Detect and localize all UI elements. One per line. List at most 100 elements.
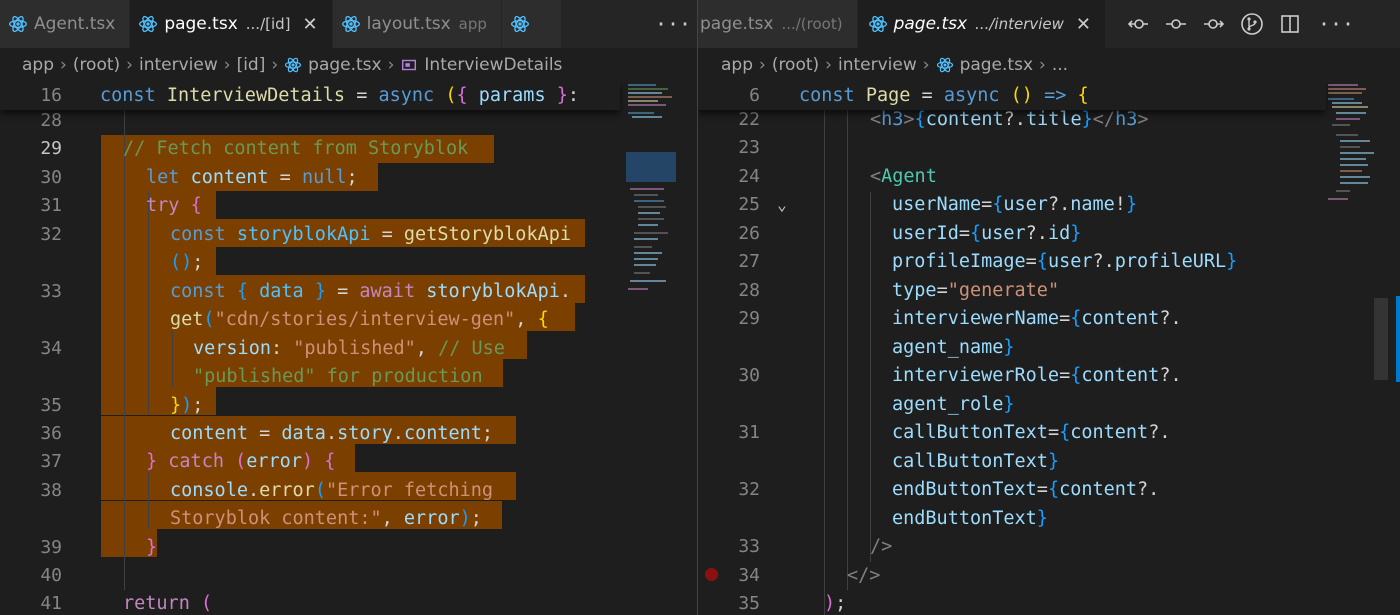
vertical-scrollbar[interactable] (1374, 298, 1388, 380)
tab-overflow[interactable] (501, 0, 562, 48)
code-line: const storyblokApi = getStoryblokApi (170, 224, 571, 245)
minimap-line (1336, 190, 1350, 192)
right-editor[interactable]: 22 23 24 25 ⌄ 26 27 28 29 30 31 32 33 34… (698, 82, 1400, 615)
code-line: } catch (error) { (146, 451, 336, 472)
line-number: 36 (40, 423, 62, 444)
line-number: 25 (738, 194, 760, 215)
breadcrumb-item[interactable]: (root) (772, 55, 819, 75)
close-icon[interactable]: ✕ (1076, 14, 1091, 35)
breadcrumb-item[interactable]: ... (1052, 55, 1068, 75)
line-number: 40 (40, 565, 62, 586)
breadcrumb-item[interactable]: app (721, 55, 753, 75)
indent-guide (847, 110, 848, 590)
tab-page-tsx-interview[interactable]: page.tsx .../interview ✕ (857, 0, 1106, 48)
line-number: 35 (738, 593, 760, 614)
line-number: 22 (738, 109, 760, 130)
minimap-line (1336, 112, 1366, 114)
tab-description: app (458, 15, 487, 33)
minimap-line (1340, 152, 1374, 154)
breadcrumb-item[interactable]: app (22, 55, 54, 75)
breadcrumb-item[interactable]: page.tsx (308, 55, 381, 75)
react-icon (510, 15, 529, 33)
line-number: 28 (738, 280, 760, 301)
react-icon (341, 15, 360, 33)
line-number: 39 (40, 537, 62, 558)
go-forward-icon[interactable] (1202, 12, 1226, 36)
line-number: 33 (738, 536, 760, 557)
indent-guide (870, 192, 871, 562)
minimap-line (1328, 198, 1348, 200)
tab-page-tsx-id[interactable]: page.tsx .../[id] ✕ (130, 0, 333, 48)
minimap[interactable] (620, 82, 684, 615)
breadcrumb-item[interactable]: page.tsx (960, 55, 1033, 75)
scrollbar-marker (1396, 296, 1400, 382)
sticky-scroll-header[interactable]: 6 const Page = async () => { (698, 82, 1326, 110)
minimap-line (628, 100, 658, 102)
minimap-line (1328, 88, 1366, 90)
tab-label: page.tsx (164, 14, 238, 34)
chevron-right-icon: › (387, 55, 395, 75)
more-icon[interactable]: ··· (1312, 0, 1360, 48)
tab-description: .../interview (975, 15, 1064, 33)
git-commit-icon[interactable] (1164, 12, 1188, 36)
line-number: 35 (40, 395, 62, 416)
breadcrumb-item[interactable]: interview (838, 55, 917, 75)
left-editor[interactable]: 28 29 30 31 32 33 34 35 36 37 38 39 40 4… (0, 82, 697, 615)
minimap-line (634, 252, 662, 254)
go-back-icon[interactable] (1126, 12, 1150, 36)
line-number: 23 (738, 137, 760, 158)
breadcrumb-item[interactable]: InterviewDetails (424, 55, 562, 75)
code-line: try { (146, 195, 202, 216)
code-line: <Agent (870, 166, 937, 187)
chevron-right-icon: › (271, 55, 279, 75)
chevron-right-icon: › (60, 55, 67, 75)
fold-chevron-icon[interactable]: ⌄ (772, 191, 792, 219)
tab-agent-tsx[interactable]: Agent.tsx (0, 0, 131, 48)
minimap-line (630, 280, 666, 282)
left-tab-bar: Agent.tsx page.tsx .../[id] ✕ layout.tsx… (0, 0, 697, 48)
breadcrumb-item[interactable]: interview (139, 55, 218, 75)
git-branch-icon[interactable] (1240, 12, 1264, 36)
minimap-line (1340, 170, 1362, 172)
code-line: const Page = async () => { (799, 85, 1089, 106)
minimap-line (634, 246, 652, 248)
breadcrumb-item[interactable]: (root) (73, 55, 120, 75)
code-line: (); (170, 252, 204, 273)
minimap-line (1340, 146, 1360, 148)
tab-page-tsx-root[interactable]: page.tsx .../(root) (698, 0, 858, 48)
code-line: console.error("Error fetching (170, 480, 494, 501)
minimap-line (1332, 124, 1350, 126)
minimap-line (1340, 176, 1370, 178)
line-number: 38 (40, 480, 62, 501)
chevron-right-icon: › (1039, 55, 1046, 75)
code-line: } (146, 537, 158, 558)
minimap-line (638, 206, 666, 208)
right-tab-bar: page.tsx .../(root) page.tsx .../intervi… (698, 0, 1400, 48)
close-icon[interactable]: ✕ (303, 14, 318, 35)
code-line: </> (847, 565, 881, 586)
code-line: ); (824, 593, 847, 614)
breadcrumb: app › (root) › interview › page.tsx › ... (721, 48, 1068, 82)
line-number: 27 (738, 251, 760, 272)
chevron-right-icon: › (759, 55, 766, 75)
minimap-line (634, 264, 656, 266)
line-number: 29 (738, 308, 760, 329)
react-icon (936, 57, 953, 73)
code-line: endButtonText={content?. (892, 479, 1160, 500)
split-editor-icon[interactable] (1278, 12, 1302, 36)
code-line: /> (870, 536, 893, 557)
sticky-scroll-header[interactable]: 16 const InterviewDetails = async ({ par… (0, 82, 620, 110)
more-icon[interactable]: ··· (649, 0, 697, 48)
line-number: 6 (749, 85, 760, 106)
minimap-line (1336, 134, 1358, 136)
react-icon (139, 15, 158, 33)
minimap-line (634, 272, 650, 274)
minimap-line (634, 194, 658, 196)
breadcrumb-item[interactable]: [id] (237, 55, 266, 75)
line-number: 28 (40, 110, 62, 131)
minimap-line (634, 232, 668, 234)
code-line: }); (170, 395, 204, 416)
minimap-line (634, 258, 658, 260)
tab-layout-tsx[interactable]: layout.tsx app (332, 0, 502, 48)
line-number: 34 (738, 565, 760, 586)
